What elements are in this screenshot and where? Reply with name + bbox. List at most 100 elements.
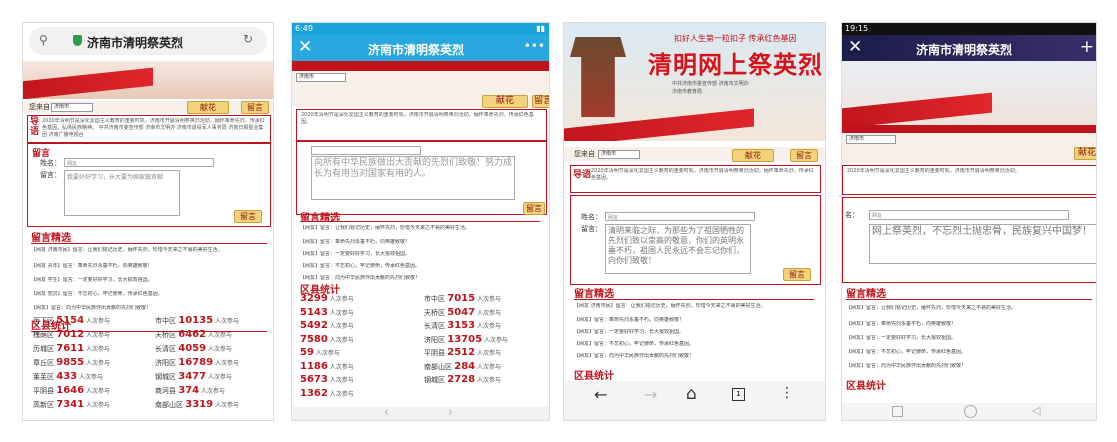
region-select[interactable]: 济南市 — [296, 73, 346, 82]
divider — [846, 299, 1092, 300]
district-stat-item: 历下区 5154 人次参与 — [33, 315, 110, 326]
organizer-text: 中共济南市委宣传部 济南市文明办 — [672, 81, 749, 87]
offer-flower-button[interactable]: 献花 — [187, 101, 229, 114]
guide-title: 导语 — [30, 117, 40, 137]
region-select[interactable]: 济南市 — [51, 103, 93, 112]
district-count: 5492 — [300, 320, 328, 331]
status-bar: 19:15 — [842, 23, 1096, 35]
home-icon[interactable]: ⌂ — [686, 384, 697, 404]
district-stat-item: 市中区 10135 人次参与 — [155, 315, 239, 326]
region-select[interactable]: 济南市 — [846, 135, 896, 144]
organizer-text: 济南市教育局 — [672, 89, 703, 95]
submit-button[interactable]: 留言 — [234, 210, 262, 223]
home-icon[interactable] — [964, 405, 977, 418]
message-textarea[interactable]: 清明来临之际，为那些为了祖国牺牲的先烈们致以崇高的敬意，你们的英明永垂不朽，祖国… — [605, 224, 751, 274]
district-count: 5154 — [56, 315, 85, 326]
district-stat-item: 南部山区 284 人次参与 — [424, 361, 501, 372]
recents-icon[interactable] — [892, 406, 903, 417]
district-count: 7341 — [56, 399, 85, 410]
district-count: 5143 — [300, 306, 328, 318]
close-icon[interactable]: ✕ — [298, 37, 312, 57]
district-stat-item: 天桥区 6462 人次参与 — [155, 329, 232, 340]
region-select[interactable]: 济南市 — [598, 150, 640, 159]
guide-text: 2020年清明节是深化爱国主义教育的重要时机，济南市开展清明祭英烈活动。 — [847, 168, 1020, 174]
screenshot-1: ⚲ 济南市清明祭英烈 ↻ 您来自 济南市 献花 留言 导语 2020年清明节是深… — [22, 22, 274, 421]
district-name: 钢城区 — [424, 376, 448, 384]
district-unit: 人次参与 — [84, 332, 110, 339]
back-arrow-icon[interactable]: ← — [594, 385, 607, 404]
android-nav-bar: ◁ — [842, 403, 1096, 420]
district-stat-item: 商河县 374 人次参与 — [155, 385, 225, 396]
district-unit: 人次参与 — [213, 360, 239, 367]
offer-flower-button[interactable]: 献花 — [1074, 147, 1096, 160]
selected-messages-title: 留言精选 — [31, 233, 71, 244]
back-icon[interactable]: ‹ — [384, 405, 389, 419]
submit-button[interactable]: 留言 — [783, 268, 811, 281]
district-count: 59 — [300, 347, 314, 358]
forward-arrow-icon[interactable]: → — [644, 385, 657, 404]
message-button[interactable]: 留言 — [241, 101, 269, 114]
tabs-icon[interactable]: 1 — [732, 388, 745, 401]
submit-button[interactable]: 留言 — [523, 202, 545, 215]
greeting-label: 您来自 — [574, 150, 595, 158]
name-input[interactable]: 网友 — [869, 210, 1069, 220]
message-item: 【网友】留言：让我们铭记历史，缅怀先烈，珍惜今天来之不易的美好生活。 — [846, 305, 1017, 311]
name-input[interactable]: 网友 — [605, 212, 755, 221]
district-stat-item: 59 人次参与 — [300, 347, 340, 358]
district-count: 284 — [454, 360, 476, 372]
slogan-text: 扣好人生第一粒扣子 传承红色基因 — [674, 34, 797, 43]
guide-title: 导语 — [573, 170, 592, 180]
message-button[interactable]: 留言 — [790, 149, 818, 162]
address-bar[interactable]: ⚲ 济南市清明祭英烈 ↻ — [29, 27, 267, 55]
message-textarea[interactable]: 向所有中华民族做出大贡献的先烈们致敬！努力成长为有用当对国家有用的人。 — [311, 156, 515, 200]
title-bar: ✕ 济南市清明祭英烈 ••• — [292, 35, 549, 61]
message-button[interactable]: 留言 — [532, 95, 549, 108]
district-stat-item: 钢城区 3477 人次参与 — [155, 371, 232, 382]
district-unit: 人次参与 — [475, 296, 501, 303]
message-item: 【网友】留言：让我们铭记历史，缅怀先烈，珍惜今天来之不易的美好生活。 — [300, 225, 471, 231]
district-unit: 人次参与 — [206, 374, 232, 381]
district-count: 7611 — [56, 343, 85, 354]
add-icon[interactable]: + — [1080, 37, 1094, 57]
message-item: 【网友】留言：向为中华民族作出贡献的先烈们致敬！ — [31, 305, 152, 311]
offer-flower-button[interactable]: 献花 — [732, 149, 774, 162]
close-icon[interactable]: ✕ — [848, 37, 862, 57]
district-count: 374 — [178, 385, 200, 396]
more-icon[interactable]: ••• — [524, 39, 545, 53]
toolbar: 济南市 献花 — [842, 133, 1096, 163]
district-unit: 人次参与 — [206, 346, 232, 353]
district-stat-item: 南部山区 3319 人次参与 — [155, 399, 239, 410]
district-count: 1186 — [300, 360, 328, 372]
header-banner — [23, 61, 273, 99]
message-textarea[interactable]: 我要好好学习，长大要为国家做贡献 — [64, 170, 180, 216]
status-bar: 6:49 ▮▮ — [292, 23, 549, 35]
tower-image — [570, 37, 626, 117]
name-input[interactable] — [311, 146, 421, 155]
message-item: 【网友 学生】留言：一定要好好学习，长大报效祖国。 — [31, 277, 153, 283]
name-input[interactable]: 网友 — [64, 158, 214, 167]
message-textarea[interactable]: 网上祭英烈，不忘烈士抛忠骨，民族复兴中国梦！ — [869, 224, 1096, 264]
forward-icon[interactable]: › — [448, 405, 453, 419]
guide-box: 导语 2020年清明节是深化爱国主义教育的重要时机，济南市开展清明祭英烈活动，缅… — [570, 165, 821, 193]
district-unit: 人次参与 — [77, 374, 104, 381]
district-count: 7580 — [300, 333, 328, 345]
district-name: 历城区 — [33, 345, 57, 353]
message-item: 【网友 济南市民】留言：让我们铭记历史，缅怀先烈，珍惜今天来之不易的美好生活。 — [31, 247, 223, 253]
back-icon[interactable]: ◁ — [1032, 404, 1040, 417]
district-unit: 人次参与 — [84, 318, 110, 325]
district-count: 3319 — [185, 399, 214, 410]
offer-flower-button[interactable]: 献花 — [482, 95, 528, 108]
banner-title: 清明网上祭英烈 — [648, 51, 823, 79]
header-banner — [842, 61, 1096, 133]
selected-messages-title: 留言精选 — [574, 289, 614, 300]
menu-icon[interactable]: ⋮ — [780, 385, 794, 401]
district-name: 济阳区 — [424, 335, 448, 344]
district-stat-item: 钢城区 2728 人次参与 — [424, 374, 501, 385]
message-item: 【网友】留言：革命先烈永垂不朽，向英雄致敬！ — [574, 317, 685, 323]
district-name: 高新区 — [33, 401, 57, 409]
district-unit: 人次参与 — [327, 296, 354, 303]
screenshot-4: 19:15 ✕ 济南市清明祭英烈 + 济南市 献花 2020年清明节是深化爱国主… — [841, 22, 1097, 421]
reload-icon[interactable]: ↻ — [243, 32, 253, 46]
name-label: 名： — [845, 211, 859, 219]
district-count: 1362 — [300, 387, 328, 399]
